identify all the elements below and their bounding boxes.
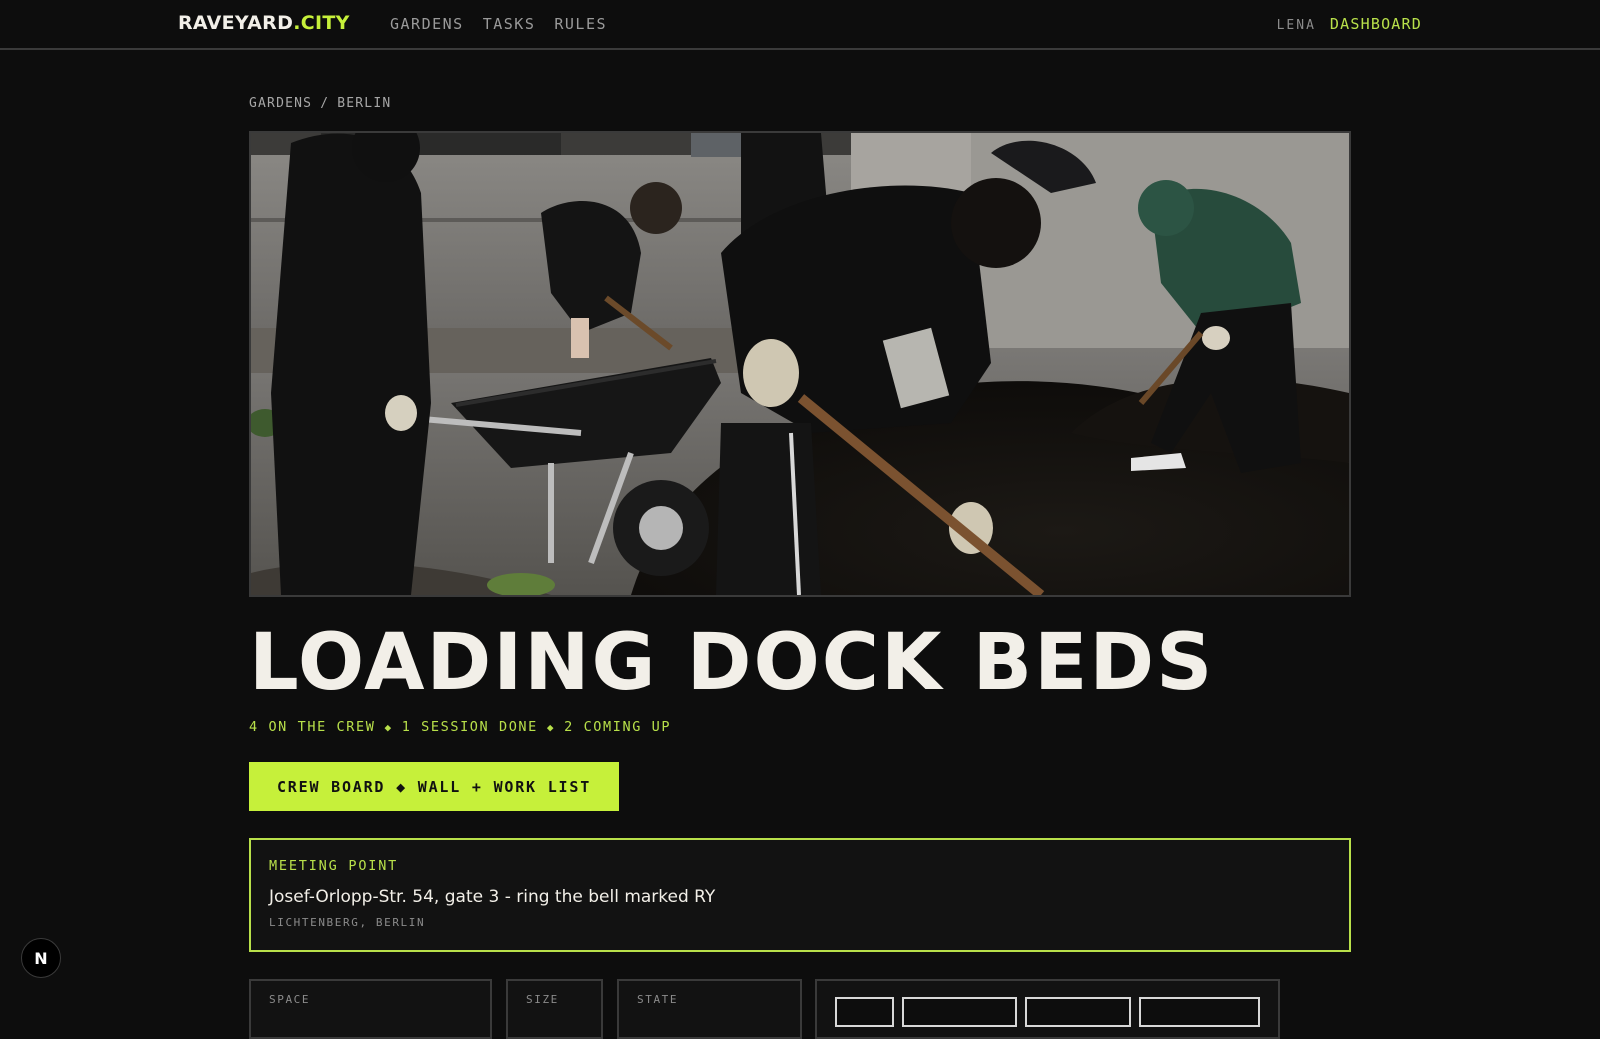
brand-suffix: .CITY	[293, 12, 350, 34]
filter-chip-group	[815, 979, 1280, 1039]
stat-separator: ◆	[384, 720, 393, 734]
brand-main: RAVEYARD	[178, 12, 294, 34]
meeting-point-label: MEETING POINT	[269, 858, 399, 874]
nav-link-rules[interactable]: RULES	[554, 15, 607, 33]
space-info-box: SPACE	[249, 979, 492, 1039]
nav-user-area: LENA DASHBOARD	[1277, 15, 1422, 33]
nav-link-gardens[interactable]: GARDENS	[390, 15, 464, 33]
dashboard-link[interactable]: DASHBOARD	[1330, 15, 1422, 33]
breadcrumb-current: BERLIN	[337, 96, 392, 111]
page-title: LOADING DOCK BEDS	[249, 618, 1215, 708]
filter-chip[interactable]	[901, 997, 1018, 1027]
top-nav: RAVEYARD.CITY GARDENS TASKS RULES LENA D…	[0, 0, 1600, 50]
filter-chip[interactable]	[835, 997, 894, 1027]
stat-separator: ◆	[546, 720, 556, 734]
user-name[interactable]: LENA	[1277, 18, 1316, 33]
breadcrumb-gardens[interactable]: GARDENS	[249, 96, 312, 111]
main-nav-links: GARDENS TASKS RULES	[390, 15, 607, 33]
garden-stats: 4 ON THE CREW ◆ 1 SESSION DONE ◆ 2 COMIN…	[249, 719, 671, 735]
meeting-point-district: LICHTENBERG, BERLIN	[269, 916, 426, 929]
breadcrumb: GARDENS / BERLIN	[249, 96, 391, 111]
stat-crew: 4 ON THE CREW	[249, 719, 376, 735]
stat-coming-up: 2 COMING UP	[564, 719, 672, 735]
nav-link-tasks[interactable]: TASKS	[483, 15, 536, 33]
breadcrumb-separator: /	[320, 96, 330, 111]
size-info-box: SIZE	[506, 979, 603, 1039]
filter-chip[interactable]	[1025, 997, 1131, 1027]
dev-tools-badge[interactable]: N	[21, 938, 61, 978]
crew-board-button[interactable]: CREW BOARD ◆ WALL + WORK LIST	[249, 762, 619, 811]
filter-chip[interactable]	[1138, 997, 1260, 1027]
meeting-point-card: MEETING POINT Josef-Orlopp-Str. 54, gate…	[249, 838, 1351, 952]
stat-sessions-done: 1 SESSION DONE	[401, 719, 538, 735]
hero-image	[249, 131, 1351, 597]
meeting-point-address: Josef-Orlopp-Str. 54, gate 3 - ring the …	[269, 887, 716, 907]
brand-logo-link[interactable]: RAVEYARD.CITY	[178, 12, 350, 34]
state-info-box: STATE	[617, 979, 802, 1039]
hero-photo	[251, 133, 1349, 595]
